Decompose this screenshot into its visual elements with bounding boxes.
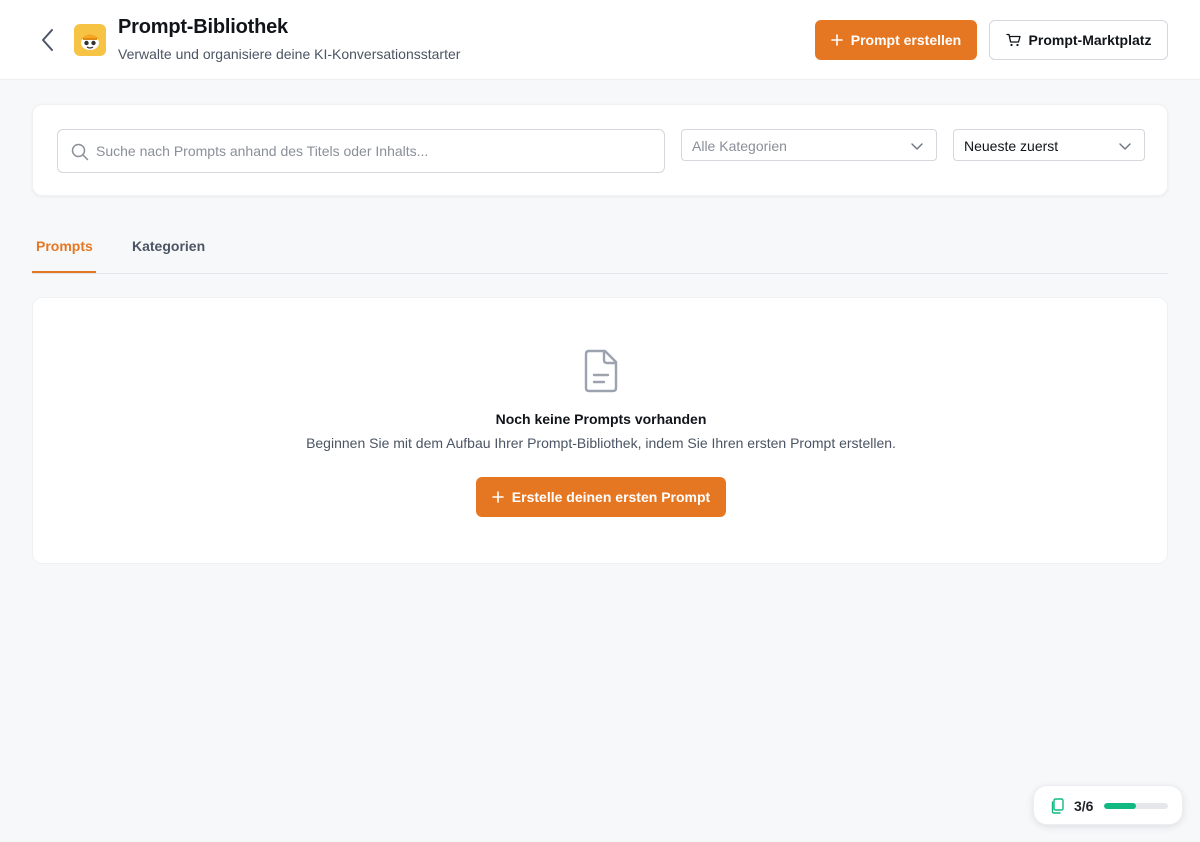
plus-icon: [830, 34, 843, 46]
chevron-down-icon: [911, 143, 923, 150]
tab-prompts[interactable]: Prompts: [36, 238, 93, 254]
search-input[interactable]: [96, 130, 656, 172]
page-subtitle: Verwalte und organisiere deine KI-Konver…: [118, 46, 461, 62]
create-first-prompt-label: Erstelle deinen ersten Prompt: [511, 489, 711, 505]
sort-select[interactable]: Neueste zuerst: [953, 129, 1145, 161]
header: Prompt-Bibliothek Verwalte und organisie…: [0, 0, 1200, 80]
progress-bar-track: [1104, 803, 1168, 809]
sort-select-value: Neueste zuerst: [964, 138, 1059, 154]
plus-icon: [491, 491, 504, 503]
category-select[interactable]: Alle Kategorien: [681, 129, 937, 161]
page-title: Prompt-Bibliothek: [118, 16, 288, 38]
back-arrow-icon: [42, 29, 53, 51]
empty-state-title: Noch keine Prompts vorhanden: [495, 411, 707, 427]
onboarding-progress-widget[interactable]: 3/6: [1033, 785, 1183, 825]
marketplace-label: Prompt-Marktplatz: [1028, 32, 1152, 48]
search-icon: [71, 143, 89, 161]
category-select-value: Alle Kategorien: [692, 138, 787, 154]
empty-state: Noch keine Prompts vorhanden Beginnen Si…: [32, 297, 1168, 564]
document-icon: [584, 349, 618, 393]
create-first-prompt-button[interactable]: Erstelle deinen ersten Prompt: [476, 477, 726, 517]
active-tab-indicator: [32, 271, 96, 273]
empty-state-description: Beginnen Sie mit dem Aufbau Ihrer Prompt…: [306, 435, 896, 451]
tab-categories[interactable]: Kategorien: [132, 238, 205, 254]
tab-bar: Prompts Kategorien: [32, 222, 1168, 274]
app-logo-icon: [74, 24, 106, 56]
create-prompt-label: Prompt erstellen: [850, 32, 962, 48]
copy-icon: [1051, 798, 1064, 814]
progress-bar-fill: [1104, 803, 1136, 809]
progress-count: 3/6: [1074, 798, 1094, 814]
cart-icon: [1005, 33, 1021, 47]
search-box[interactable]: [57, 129, 665, 173]
back-button[interactable]: [34, 26, 60, 54]
filter-card: Alle Kategorien Neueste zuerst: [32, 104, 1168, 196]
create-prompt-button[interactable]: Prompt erstellen: [815, 20, 977, 60]
marketplace-button[interactable]: Prompt-Marktplatz: [989, 20, 1168, 60]
chevron-down-icon: [1119, 143, 1131, 150]
